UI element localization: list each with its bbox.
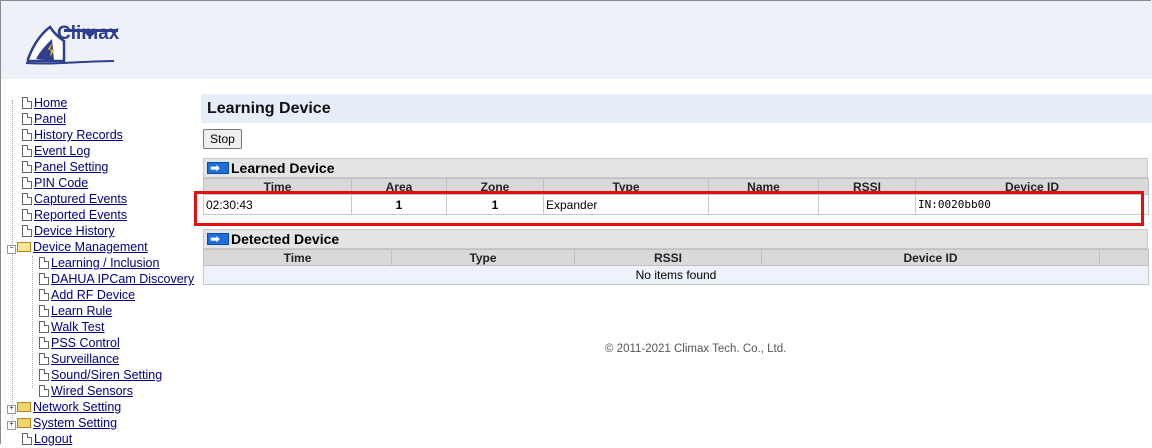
folder-open-icon: [17, 242, 31, 252]
column-header-time[interactable]: Time: [203, 249, 392, 266]
collapse-toggle[interactable]: −: [7, 245, 16, 254]
sidebar-item-panel[interactable]: Panel: [34, 112, 66, 126]
learned-device-section: Learned Device Time Area Zone Type Name …: [203, 158, 1149, 215]
sidebar-item-dahua-ipcam-discovery[interactable]: DAHUA IPCam Discovery: [51, 272, 194, 286]
column-header-device-id[interactable]: Device ID: [915, 178, 1149, 195]
empty-row: No items found: [203, 265, 1149, 285]
sidebar-item-system-setting[interactable]: System Setting: [33, 416, 117, 430]
page-icon: [39, 289, 49, 301]
column-header-type[interactable]: Type: [543, 178, 709, 195]
page-icon: [22, 225, 32, 237]
page-header: Climax: [1, 1, 1152, 79]
sidebar-item-wired-sensors[interactable]: Wired Sensors: [51, 384, 133, 398]
page-icon: [22, 129, 32, 141]
sidebar-item-add-rf-device[interactable]: Add RF Device: [51, 288, 135, 302]
arrow-right-icon: [207, 159, 229, 178]
page-icon: [22, 433, 32, 445]
cell-time: 02:30:43: [203, 194, 352, 215]
page-icon: [39, 305, 49, 317]
sidebar-item-device-history[interactable]: Device History: [34, 224, 115, 238]
expand-toggle[interactable]: +: [7, 421, 16, 430]
detected-device-section: Detected Device Time Type RSSI Device ID…: [203, 229, 1149, 285]
cell-device-id: IN:0020bb00: [915, 194, 1149, 215]
cell-zone: 1: [446, 194, 544, 215]
footer-copyright: © 2011-2021 Climax Tech. Co., Ltd.: [605, 343, 787, 355]
column-header-zone[interactable]: Zone: [446, 178, 544, 195]
page-icon: [39, 257, 49, 269]
sidebar-item-logout[interactable]: Logout: [34, 432, 72, 446]
page-icon: [22, 97, 32, 109]
table-row[interactable]: 02:30:43 1 1 Expander IN:0020bb00: [203, 194, 1149, 215]
sidebar-item-history-records[interactable]: History Records: [34, 128, 123, 142]
page-icon: [22, 161, 32, 173]
page-icon: [39, 321, 49, 333]
expand-toggle[interactable]: +: [7, 405, 16, 414]
cell-name: [708, 194, 819, 215]
sidebar-item-walk-test[interactable]: Walk Test: [51, 320, 105, 334]
sidebar-item-reported-events[interactable]: Reported Events: [34, 208, 127, 222]
column-header-rssi[interactable]: RSSI: [818, 178, 916, 195]
page-icon: [39, 369, 49, 381]
column-header-device-id[interactable]: Device ID: [761, 249, 1100, 266]
sidebar-item-surveillance[interactable]: Surveillance: [51, 352, 119, 366]
detected-device-header: Detected Device: [203, 229, 1148, 249]
sidebar-item-home[interactable]: Home: [34, 96, 67, 110]
detected-device-table: Time Type RSSI Device ID No items found: [203, 249, 1149, 285]
brand-name: Climax: [57, 23, 120, 44]
page-icon: [22, 145, 32, 157]
sidebar-item-learn-rule[interactable]: Learn Rule: [51, 304, 112, 318]
sidebar-item-device-management[interactable]: Device Management: [33, 240, 148, 254]
cell-type: Expander: [543, 194, 709, 215]
arrow-right-icon: [207, 230, 229, 249]
page-icon: [22, 113, 32, 125]
sidebar-item-event-log[interactable]: Event Log: [34, 144, 90, 158]
cell-area: 1: [351, 194, 447, 215]
sidebar-item-pss-control[interactable]: PSS Control: [51, 336, 120, 350]
cell-rssi: [818, 194, 916, 215]
sidebar-item-learning-inclusion[interactable]: Learning / Inclusion: [51, 256, 159, 270]
column-header-time[interactable]: Time: [203, 178, 352, 195]
sidebar-item-panel-setting[interactable]: Panel Setting: [34, 160, 108, 174]
learned-device-title: Learned Device: [231, 160, 335, 176]
page-icon: [22, 177, 32, 189]
folder-icon: [17, 402, 31, 412]
stop-button[interactable]: Stop: [203, 129, 242, 149]
page-icon: [39, 353, 49, 365]
column-header-rssi[interactable]: RSSI: [574, 249, 762, 266]
learned-device-table: Time Area Zone Type Name RSSI Device ID …: [203, 178, 1149, 215]
learned-device-header: Learned Device: [203, 158, 1148, 178]
page-icon: [22, 193, 32, 205]
column-header-type[interactable]: Type: [391, 249, 575, 266]
column-header-extra: [1099, 249, 1149, 266]
folder-icon: [17, 418, 31, 428]
page-icon: [39, 385, 49, 397]
page-icon: [39, 337, 49, 349]
column-header-name[interactable]: Name: [708, 178, 819, 195]
column-header-area[interactable]: Area: [351, 178, 447, 195]
page-title: Learning Device: [207, 100, 331, 117]
page-icon: [39, 273, 49, 285]
sidebar-item-captured-events[interactable]: Captured Events: [34, 192, 127, 206]
page-title-bar: Learning Device: [201, 94, 1152, 123]
sidebar-item-pin-code[interactable]: PIN Code: [34, 176, 88, 190]
page-icon: [22, 209, 32, 221]
detected-device-title: Detected Device: [231, 231, 340, 247]
sidebar-item-network-setting[interactable]: Network Setting: [33, 400, 121, 414]
empty-message: No items found: [203, 265, 1149, 285]
sidebar-item-sound-siren-setting[interactable]: Sound/Siren Setting: [51, 368, 162, 382]
